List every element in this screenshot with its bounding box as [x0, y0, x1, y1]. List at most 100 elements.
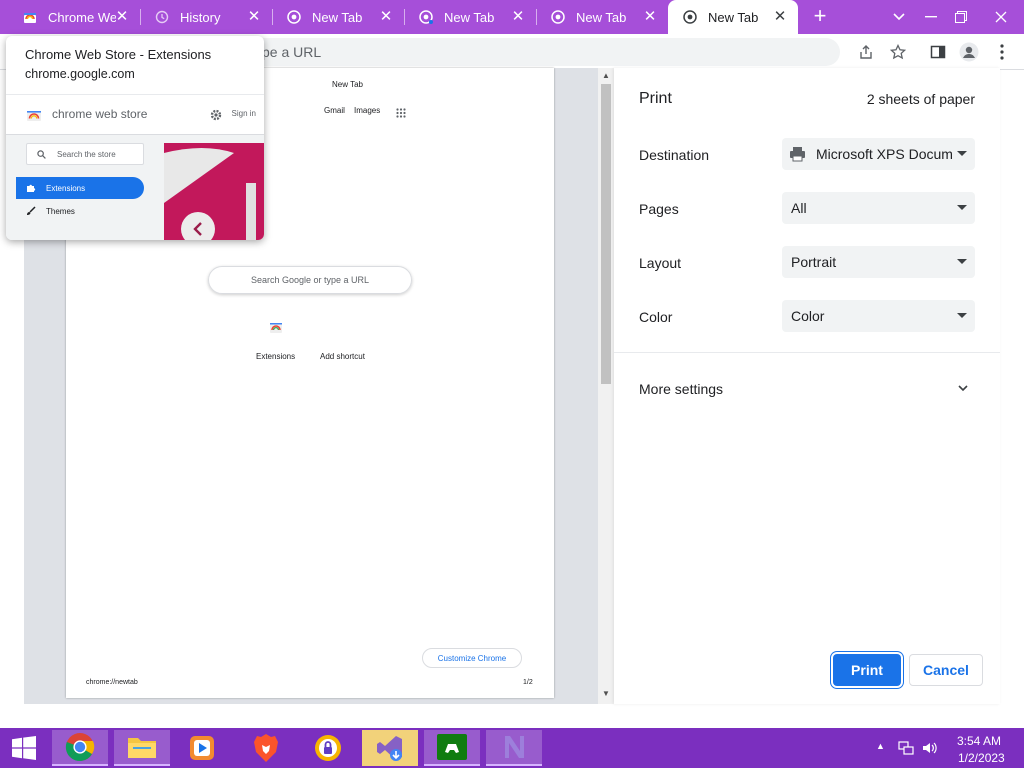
tab-history[interactable]: History ✕ — [140, 0, 273, 34]
preview-images-link: Images — [354, 106, 381, 115]
chevron-down-icon[interactable] — [956, 381, 970, 395]
preview-footer-url: chrome://newtab — [86, 679, 138, 686]
dropdown-caret-icon — [957, 313, 967, 318]
layout-select[interactable]: Portrait — [782, 246, 975, 278]
chrome-icon — [682, 9, 698, 25]
dropdown-caret-icon — [957, 259, 967, 264]
bookmark-star-icon[interactable] — [888, 42, 908, 62]
chrome-icon — [550, 9, 566, 25]
preview-scrollbar[interactable]: ▲ ▼ — [598, 68, 614, 704]
more-settings-toggle[interactable]: More settings — [639, 381, 723, 397]
hover-card-domain: chrome.google.com — [25, 67, 135, 81]
print-settings-panel: Print 2 sheets of paper Destination Micr… — [614, 68, 1000, 704]
store-nav-themes-label: Themes — [46, 206, 75, 216]
network-icon[interactable] — [898, 740, 914, 761]
pages-value: All — [791, 200, 807, 216]
preview-search-box: Search Google or type a URL — [208, 266, 412, 294]
xbox-game-bar-icon — [437, 734, 467, 760]
clock-time[interactable]: 3:54 AM — [957, 734, 1001, 748]
taskbar-brave[interactable] — [238, 730, 294, 766]
layout-value: Portrait — [791, 254, 837, 270]
tab-search-chevron-icon[interactable] — [882, 0, 916, 34]
dropdown-caret-icon — [957, 205, 967, 210]
puzzle-icon — [26, 183, 36, 195]
scroll-thumb[interactable] — [601, 84, 611, 384]
destination-select[interactable]: Microsoft XPS Docum — [782, 138, 975, 170]
preview-gmail-link: Gmail — [324, 106, 345, 115]
apps-grid-icon — [396, 105, 406, 123]
print-title: Print — [639, 90, 672, 107]
close-tab-icon[interactable]: ✕ — [772, 9, 788, 25]
tab-title: New Tab — [708, 9, 759, 25]
show-hidden-icons-icon[interactable]: ▲ — [876, 741, 885, 751]
taskbar-visual-studio[interactable] — [486, 730, 542, 766]
preview-customize-chrome: Customize Chrome — [422, 648, 522, 668]
tab-title: New Tab — [312, 9, 363, 25]
visual-studio-installer-icon — [377, 736, 402, 761]
color-select[interactable]: Color — [782, 300, 975, 332]
share-icon[interactable] — [856, 42, 876, 62]
tab-title: History — [180, 9, 221, 25]
store-banner-image — [164, 143, 264, 240]
tab-title: New Tab — [444, 9, 495, 25]
folder-icon — [128, 738, 156, 758]
taskbar-chrome[interactable] — [52, 730, 108, 766]
taskbar-vpn[interactable] — [300, 730, 356, 766]
tab-hover-card: Chrome Web Store - Extensions chrome.goo… — [6, 36, 264, 240]
printer-icon — [789, 146, 806, 165]
tab-new-tab-2[interactable]: New Tab ✕ — [404, 0, 537, 34]
close-tab-icon[interactable]: ✕ — [114, 9, 130, 25]
scroll-down-arrow[interactable]: ▼ — [601, 689, 611, 699]
settings-divider — [614, 352, 1000, 353]
side-panel-icon[interactable] — [928, 42, 948, 62]
close-tab-icon[interactable]: ✕ — [642, 9, 658, 25]
search-icon — [37, 150, 46, 161]
pages-select[interactable]: All — [782, 192, 975, 224]
chrome-icon — [418, 9, 434, 25]
preview-footer-page: 1/2 — [523, 679, 533, 686]
store-search-box: Search the store — [26, 143, 144, 165]
vpn-lock-icon — [315, 735, 341, 761]
brush-icon — [26, 206, 36, 218]
close-tab-icon[interactable]: ✕ — [246, 9, 262, 25]
volume-icon[interactable] — [921, 740, 939, 761]
store-nav-themes: Themes — [16, 203, 144, 219]
preview-shortcut-extensions: Extensions — [256, 352, 296, 361]
hover-card-thumbnail: chrome web store Sign in Search the stor… — [6, 94, 264, 240]
thumbnail-header: chrome web store Sign in — [6, 95, 264, 135]
taskbar-xbox[interactable] — [424, 730, 480, 766]
dropdown-caret-icon — [957, 151, 967, 156]
windows-taskbar: ▲ 3:54 AM 1/2/2023 — [0, 728, 1024, 768]
tab-new-tab-1[interactable]: New Tab ✕ — [272, 0, 405, 34]
menu-kebab-icon[interactable] — [992, 42, 1012, 62]
history-icon — [154, 9, 170, 25]
new-tab-button[interactable]: + — [808, 5, 832, 29]
clock-date[interactable]: 1/2/2023 — [958, 751, 1005, 765]
windows-start-button[interactable] — [0, 730, 48, 766]
destination-label: Destination — [639, 147, 710, 163]
taskbar-visual-studio-installer[interactable] — [362, 730, 418, 766]
cancel-button[interactable]: Cancel — [909, 654, 983, 686]
taskbar-file-explorer[interactable] — [114, 730, 170, 766]
tab-new-tab-3[interactable]: New Tab ✕ — [536, 0, 668, 34]
tab-strip: Chrome Web ✕ History ✕ New Tab ✕ New Tab… — [0, 0, 1024, 34]
restore-button[interactable] — [944, 0, 978, 34]
print-button[interactable]: Print — [833, 654, 901, 686]
tab-chrome-web-store[interactable]: Chrome Web ✕ — [8, 0, 141, 34]
store-nav-extensions-label: Extensions — [46, 183, 86, 193]
taskbar-media-player[interactable] — [174, 730, 230, 766]
close-tab-icon[interactable]: ✕ — [378, 9, 394, 25]
chrome-icon — [65, 733, 95, 762]
color-value: Color — [791, 308, 825, 324]
scroll-up-arrow[interactable]: ▲ — [601, 71, 611, 81]
minimize-button[interactable] — [914, 0, 948, 34]
close-window-button[interactable] — [978, 0, 1024, 34]
address-bar-text: pe a URL — [262, 44, 322, 60]
store-search-placeholder: Search the store — [57, 149, 116, 159]
tab-new-tab-active[interactable]: New Tab ✕ — [668, 0, 798, 34]
preview-shortcut-add: Add shortcut — [320, 352, 365, 361]
store-nav-extensions: Extensions — [16, 177, 144, 199]
profile-avatar-icon[interactable] — [959, 42, 979, 62]
close-tab-icon[interactable]: ✕ — [510, 9, 526, 25]
hover-card-title: Chrome Web Store - Extensions — [25, 47, 212, 62]
